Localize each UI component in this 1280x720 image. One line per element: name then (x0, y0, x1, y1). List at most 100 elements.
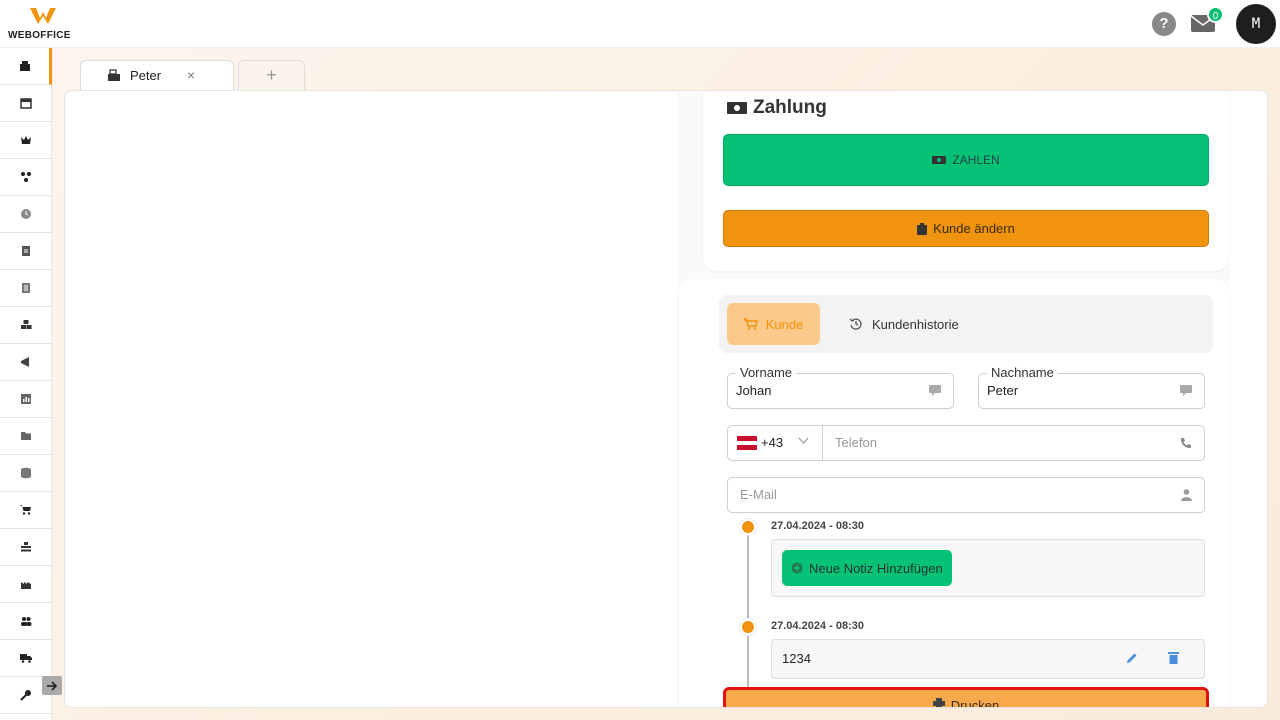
phone-placeholder: Telefon (835, 435, 877, 450)
print-label: Drucken (950, 698, 1000, 708)
tab-customer[interactable]: Kunde (727, 303, 820, 345)
cash-register-icon (19, 61, 30, 71)
sidebar-item-network[interactable] (0, 159, 52, 196)
sidebar-item-list[interactable] (0, 270, 52, 307)
pencil-icon[interactable] (1126, 652, 1138, 664)
list-icon (22, 283, 30, 293)
chart-icon (21, 394, 31, 404)
comment-icon (929, 385, 941, 396)
timeline-entry-box: Neue Notiz Hinzufügen (771, 539, 1205, 597)
sidebar-item-cash-register[interactable] (0, 48, 52, 85)
trash-icon[interactable] (1168, 651, 1179, 664)
timeline-dot (740, 619, 756, 635)
clock-icon (21, 209, 31, 219)
add-note-label: Neue Notiz Hinzufügen (809, 560, 943, 576)
tab-customer-label: Kunde (765, 316, 804, 332)
sidebar-item-boxes[interactable] (0, 307, 52, 344)
boxes-icon (21, 320, 32, 329)
timeline-dot (740, 519, 756, 535)
add-note-button[interactable]: Neue Notiz Hinzufügen (782, 550, 952, 586)
comment-icon (1180, 385, 1192, 396)
print-button[interactable]: Drucken (723, 687, 1209, 708)
help-button[interactable]: ? (1152, 12, 1176, 36)
database-icon (21, 467, 31, 479)
first-name-value: Johan (736, 383, 772, 398)
logo-mark-icon (30, 8, 56, 24)
weboffice-logo[interactable]: WEBOFFICE (8, 6, 80, 42)
timeline-line (747, 527, 749, 687)
last-name-label: Nachname (987, 365, 1058, 380)
last-name-field[interactable]: Nachname Peter (978, 365, 1205, 409)
printer-icon (932, 698, 945, 707)
main-panel: Zahlung ZAHLEN Kunde ändern Kunde Kunden… (64, 90, 1268, 708)
sidebar-item-inventory[interactable] (0, 529, 52, 566)
sidebar (0, 48, 52, 720)
user-avatar[interactable]: M (1236, 4, 1276, 44)
tab-peter[interactable]: Peter × (80, 60, 234, 91)
tab-history-label: Kundenhistorie (872, 316, 959, 332)
megaphone-icon (21, 357, 29, 367)
folder-icon (21, 432, 31, 440)
sidebar-collapse-button[interactable] (42, 676, 62, 695)
brand-name: WEBOFFICE (8, 30, 71, 41)
last-name-value: Peter (987, 383, 1019, 398)
payment-title-text: Zahlung (753, 97, 827, 118)
pay-button[interactable]: ZAHLEN (723, 134, 1209, 186)
customer-card: Kunde Kundenhistorie Vorname Johan Nachn… (679, 279, 1229, 708)
sidebar-item-chart[interactable] (0, 381, 52, 418)
money-icon (727, 102, 747, 114)
sidebar-item-database[interactable] (0, 455, 52, 492)
timeline-date: 27.04.2024 - 08:30 (771, 520, 864, 532)
austria-flag-icon (737, 436, 757, 450)
first-name-field[interactable]: Vorname Johan (727, 365, 954, 409)
tab-close-button[interactable]: × (187, 67, 195, 83)
timeline-date: 27.04.2024 - 08:30 (771, 620, 864, 632)
sidebar-item-megaphone[interactable] (0, 344, 52, 381)
customer-subtabs: Kunde Kundenhistorie (719, 295, 1213, 353)
sidebar-item-document[interactable] (0, 233, 52, 270)
mail-count-badge: 0 (1207, 6, 1224, 23)
country-code-select[interactable]: +43 (728, 426, 823, 460)
change-customer-label: Kunde ändern (933, 221, 1015, 236)
cart-icon (20, 505, 31, 515)
tab-customer-history[interactable]: Kundenhistorie (849, 303, 959, 345)
document-icon (22, 246, 30, 256)
calendar-icon (20, 98, 32, 109)
change-customer-button[interactable]: Kunde ändern (723, 210, 1209, 247)
sidebar-item-crown[interactable] (0, 122, 52, 159)
note-text: 1234 (782, 651, 811, 666)
plus-circle-icon (791, 562, 803, 574)
country-code-value: +43 (761, 435, 784, 450)
tab-label: Peter (130, 68, 162, 83)
sidebar-item-factory[interactable] (0, 566, 52, 603)
note-entry: 1234 (771, 639, 1205, 679)
pay-button-label: ZAHLEN (952, 153, 1000, 167)
payment-card: Zahlung ZAHLEN Kunde ändern (703, 91, 1229, 271)
sidebar-item-cart[interactable] (0, 492, 52, 529)
sidebar-item-truck[interactable] (0, 640, 52, 677)
truck-icon (20, 654, 32, 663)
history-icon (849, 318, 862, 330)
email-placeholder: E-Mail (740, 487, 777, 502)
network-icon (21, 172, 31, 182)
arrow-right-icon (47, 680, 58, 691)
factory-icon (21, 582, 31, 589)
phone-icon (1181, 438, 1191, 448)
sidebar-item-folder[interactable] (0, 418, 52, 455)
sidebar-item-clock[interactable] (0, 196, 52, 233)
key-icon (20, 690, 31, 701)
sidebar-item-users[interactable] (0, 603, 52, 640)
sidebar-item-calendar[interactable] (0, 85, 52, 122)
email-field[interactable]: E-Mail (727, 477, 1205, 513)
money-icon (932, 156, 947, 164)
crown-icon (21, 136, 31, 144)
payment-title: Zahlung (727, 97, 827, 119)
inventory-icon (21, 542, 31, 552)
phone-field[interactable]: +43 Telefon (727, 425, 1205, 461)
clipboard-icon (917, 222, 928, 235)
cart-icon (743, 318, 758, 330)
add-tab-button[interactable]: + (238, 60, 305, 91)
users-icon (21, 617, 32, 626)
person-icon (1181, 489, 1192, 501)
cash-register-icon (108, 69, 120, 81)
